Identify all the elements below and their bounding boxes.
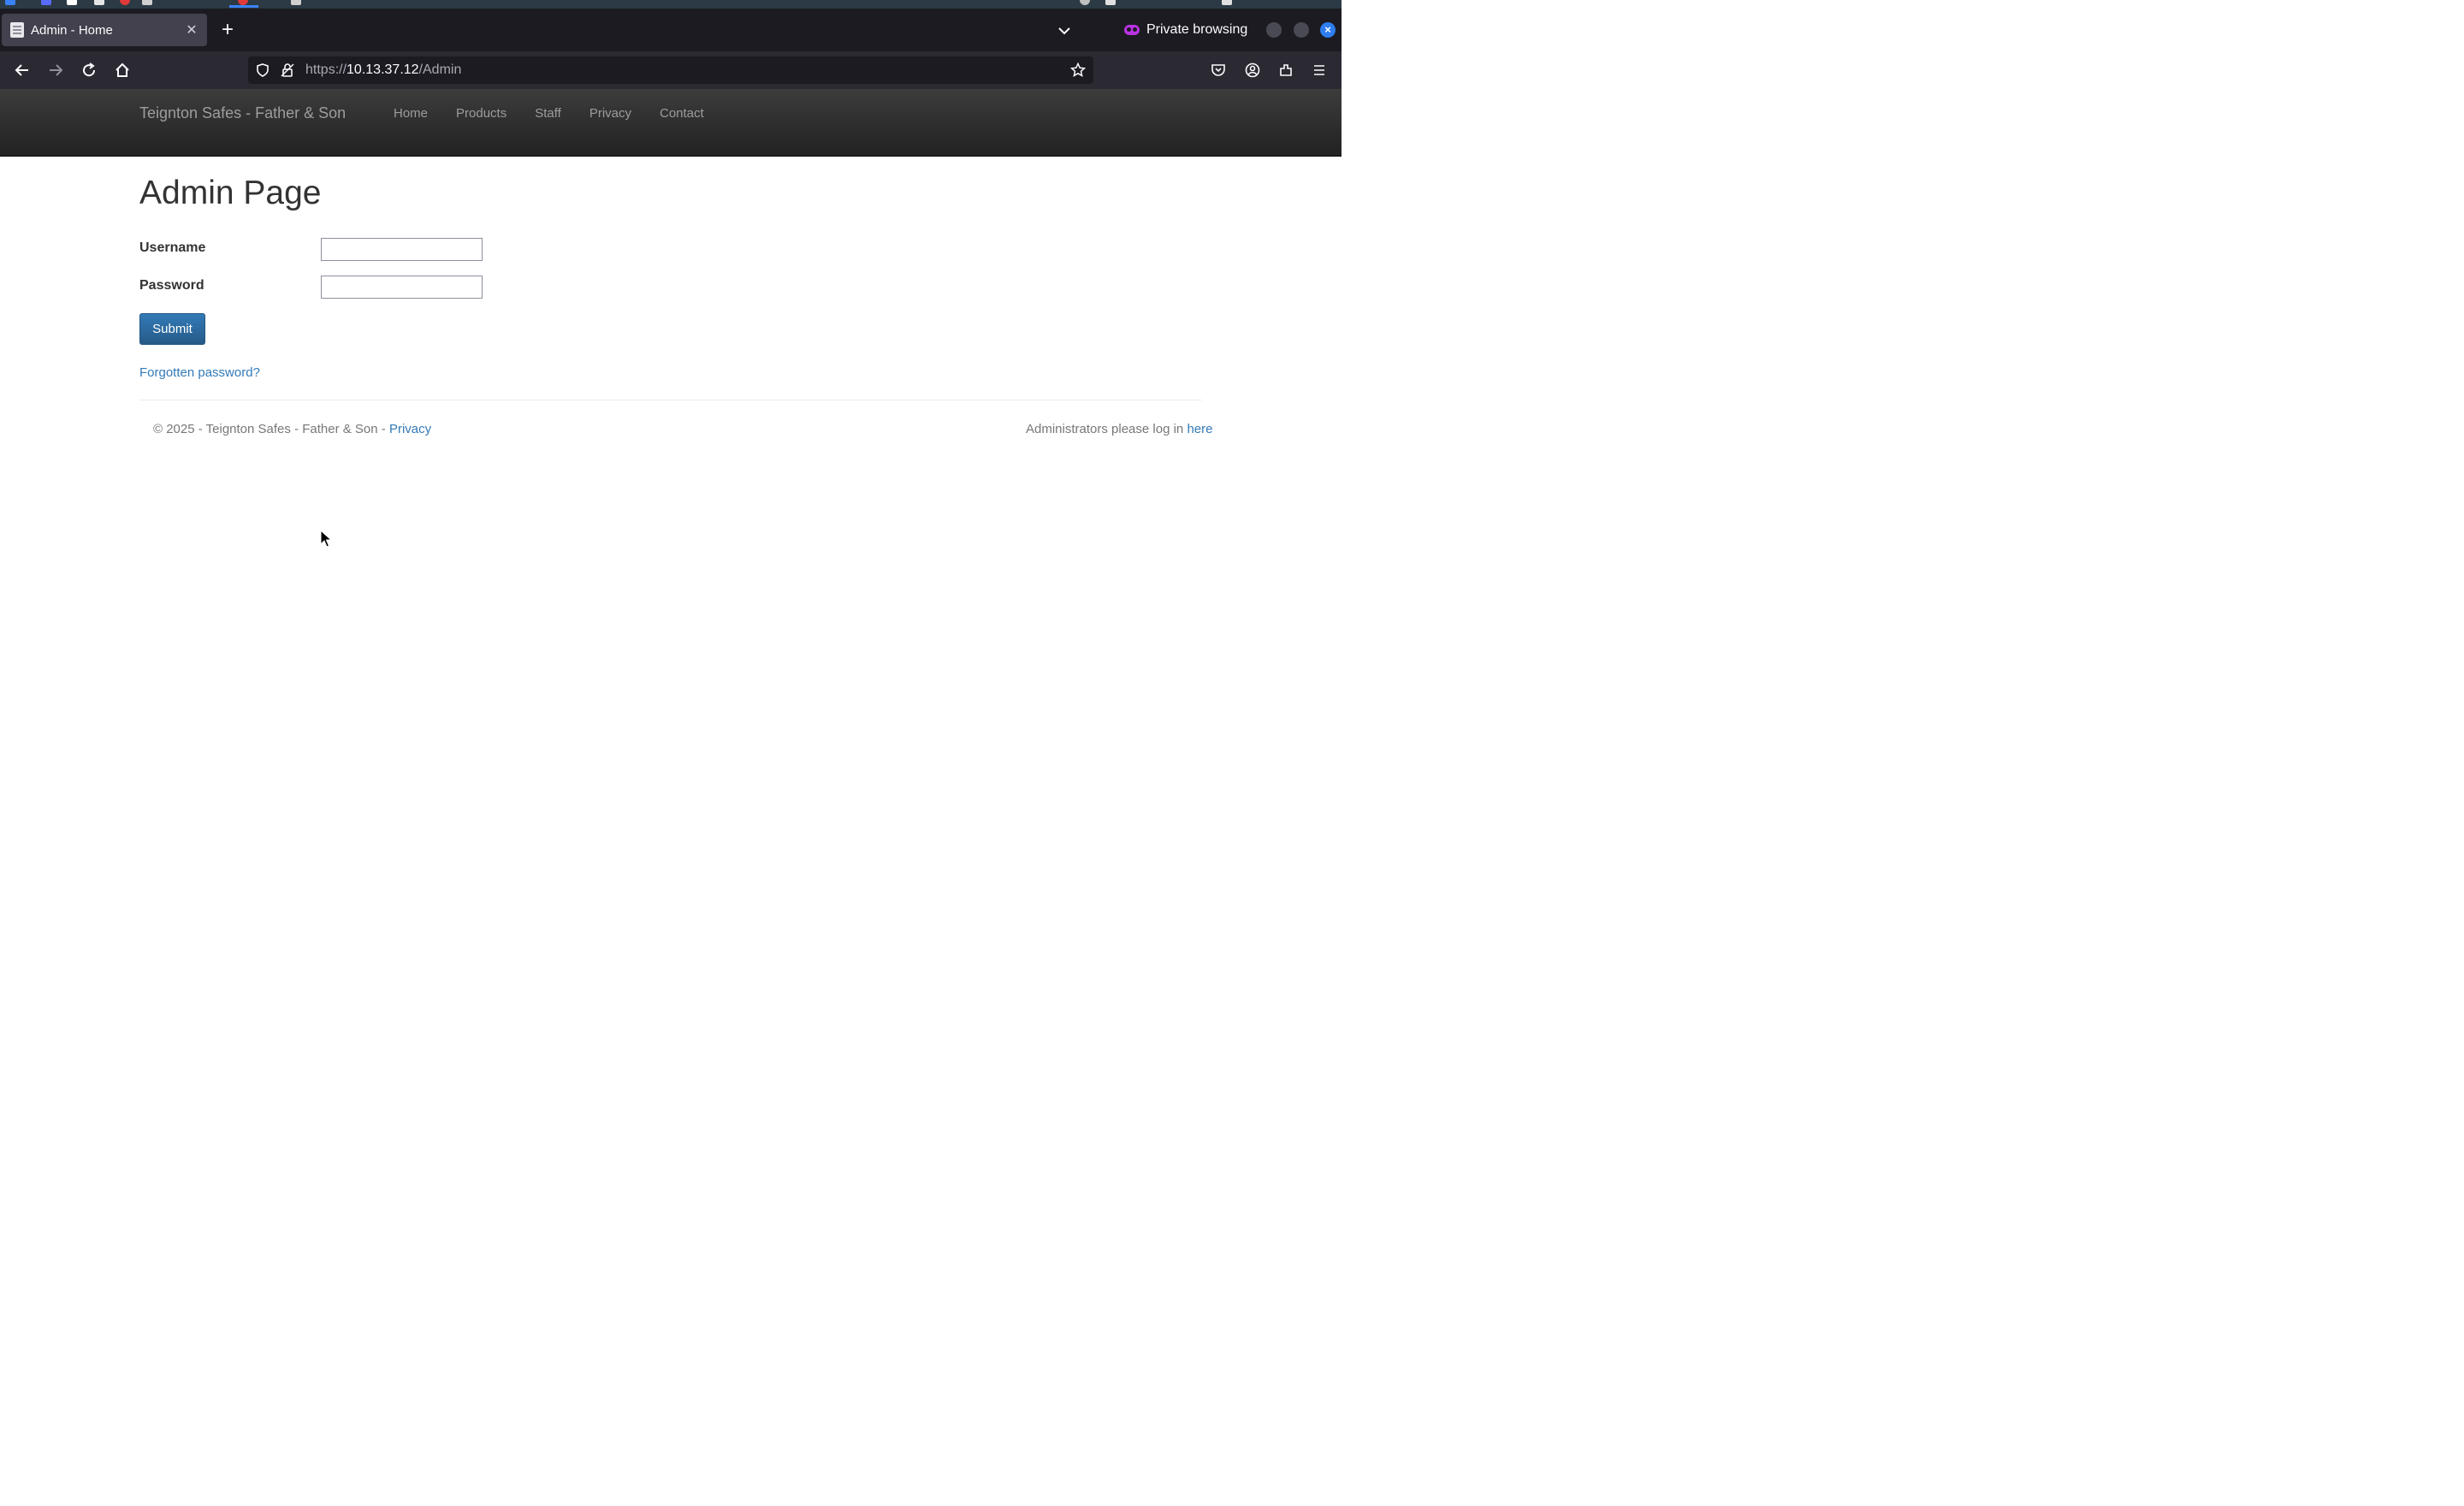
os-tray-icon[interactable]: [1080, 0, 1090, 5]
browser-toolbar: https://10.13.37.12/Admin: [0, 51, 1342, 89]
os-app-icon[interactable]: [120, 0, 130, 5]
forgot-password-link[interactable]: Forgotten password?: [139, 365, 260, 380]
admin-login-text: Administrators please log in: [1026, 422, 1188, 436]
site-navbar: Teignton Safes - Father & Son Home Produ…: [0, 89, 1342, 157]
footer-admin-note: Administrators please log in here: [1026, 422, 1212, 436]
tab-strip: Admin - Home ✕ + Private browsing ×: [0, 9, 1342, 51]
address-bar[interactable]: https://10.13.37.12/Admin: [248, 56, 1093, 84]
os-app-icon[interactable]: [67, 0, 77, 5]
close-window-button[interactable]: ×: [1320, 22, 1336, 38]
os-app-icon[interactable]: [41, 0, 51, 5]
lock-icon[interactable]: [280, 62, 295, 78]
tab-title: Admin - Home: [31, 22, 113, 38]
url-path: /Admin: [418, 62, 462, 77]
reload-icon[interactable]: [79, 60, 99, 80]
page-title: Admin Page: [139, 175, 322, 211]
url-text: https://10.13.37.12/Admin: [305, 62, 461, 78]
mouse-cursor-icon: [320, 529, 333, 548]
os-app-icon[interactable]: [142, 0, 152, 5]
tab-list-icon[interactable]: [1054, 21, 1075, 41]
new-tab-button[interactable]: +: [217, 20, 238, 41]
shield-icon[interactable]: [255, 62, 270, 78]
password-label: Password: [139, 278, 204, 293]
username-label: Username: [139, 240, 206, 255]
home-icon[interactable]: [112, 60, 133, 80]
star-icon[interactable]: [1070, 62, 1086, 78]
minimize-button[interactable]: [1266, 22, 1282, 38]
os-tray-icon[interactable]: [1222, 0, 1232, 5]
os-taskbar: [0, 0, 1342, 9]
copyright-text: © 2025 - Teignton Safes - Father & Son -: [153, 422, 389, 436]
back-icon[interactable]: [12, 60, 33, 80]
os-app-icon[interactable]: [291, 0, 301, 5]
browser-tab[interactable]: Admin - Home ✕: [2, 14, 207, 46]
menu-icon[interactable]: [1309, 60, 1330, 80]
password-field[interactable]: [321, 276, 483, 299]
nav-privacy[interactable]: Privacy: [589, 106, 631, 121]
forward-icon[interactable]: [45, 60, 66, 80]
pocket-icon[interactable]: [1208, 60, 1229, 80]
os-tray-icon[interactable]: [1105, 0, 1116, 5]
private-browsing-label: Private browsing: [1146, 22, 1248, 37]
nav-staff[interactable]: Staff: [535, 106, 561, 121]
site-brand[interactable]: Teignton Safes - Father & Son: [139, 104, 346, 122]
maximize-button[interactable]: [1294, 22, 1309, 38]
footer-privacy-link[interactable]: Privacy: [389, 422, 431, 436]
admin-login-link[interactable]: here: [1187, 422, 1212, 436]
url-host: 10.13.37.12: [346, 62, 419, 77]
submit-button[interactable]: Submit: [139, 313, 205, 345]
username-field[interactable]: [321, 238, 483, 261]
site-nav-links: Home Products Staff Privacy Contact: [394, 106, 732, 121]
os-app-icon[interactable]: [94, 0, 104, 5]
private-mask-icon: [1124, 25, 1140, 35]
private-browsing-indicator: Private browsing: [1124, 19, 1247, 41]
footer-copyright: © 2025 - Teignton Safes - Father & Son -…: [153, 422, 431, 436]
close-tab-icon[interactable]: ✕: [181, 21, 202, 39]
page-favicon-icon: [10, 22, 24, 38]
os-active-indicator: [229, 5, 258, 8]
url-scheme: https://: [305, 62, 347, 77]
account-icon[interactable]: [1242, 60, 1263, 80]
extensions-icon[interactable]: [1276, 60, 1296, 80]
nav-contact[interactable]: Contact: [660, 106, 704, 121]
os-app-icon[interactable]: [5, 0, 15, 5]
nav-home[interactable]: Home: [394, 106, 428, 121]
nav-products[interactable]: Products: [456, 106, 506, 121]
